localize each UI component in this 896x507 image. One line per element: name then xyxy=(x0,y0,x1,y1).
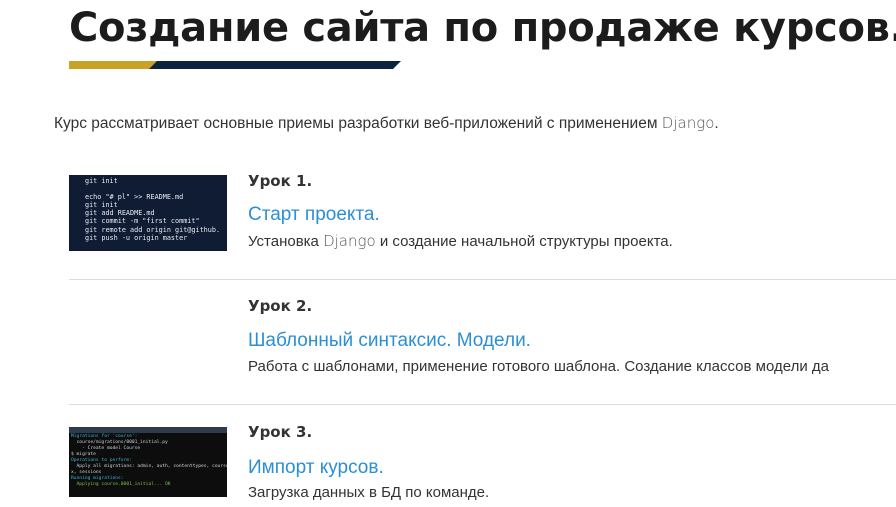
desc-text-end: и создание начальной структуры проекта. xyxy=(375,233,673,250)
lesson-title-link[interactable]: Шаблонный синтаксис. Модели. xyxy=(248,330,531,352)
lesson-thumbnail[interactable]: Migrations for 'course': course/migratio… xyxy=(69,427,227,497)
terminal-line: Applying course.0001_initial... OK xyxy=(76,482,171,487)
lesson-description: Установка Django и создание начальной ст… xyxy=(248,232,673,250)
lesson-number: Урок 3. xyxy=(248,423,313,441)
divider xyxy=(69,404,896,405)
lesson-number: Урок 2. xyxy=(248,297,313,315)
lesson-title-link[interactable]: Старт проекта. xyxy=(248,204,380,226)
lesson-description: Работа с шаблонами, применение готового … xyxy=(248,358,829,375)
intro-text: Курс рассматривает основные приемы разра… xyxy=(54,115,662,132)
terminal-line: $ migrate xyxy=(71,452,96,457)
divider xyxy=(69,279,896,280)
terminal-line: Apply all migrations: admin, auth, conte… xyxy=(76,464,227,469)
course-intro: Курс рассматривает основные приемы разра… xyxy=(54,114,719,133)
terminal-line: - Create model Course xyxy=(82,446,141,451)
desc-django: Django xyxy=(323,232,376,250)
lesson-description: Загрузка данных в БД по команде. xyxy=(248,484,490,501)
lesson-number: Урок 1. xyxy=(248,172,313,190)
terminal-text: Migrations for 'course': course/migratio… xyxy=(69,433,227,488)
lesson-title-link[interactable]: Импорт курсов. xyxy=(248,457,384,479)
terminal-text: git init echo "# pl" >> README.md git in… xyxy=(85,177,221,242)
terminal-line: x, sessions xyxy=(71,470,102,475)
page-title: Создание сайта по продаже курсов. xyxy=(69,5,896,51)
lesson-thumbnail[interactable]: git init echo "# pl" >> README.md git in… xyxy=(69,175,227,251)
terminal-line: Running migrations: xyxy=(71,476,124,481)
intro-end: . xyxy=(714,115,719,132)
intro-django: Django xyxy=(661,114,715,132)
terminal-line: Migrations for 'course': xyxy=(71,434,138,439)
title-underline xyxy=(69,61,401,69)
terminal-line: Operations to perform: xyxy=(71,458,132,463)
desc-text: Установка xyxy=(248,233,324,250)
terminal-line: course/migrations/0001_initial.py xyxy=(76,440,168,445)
